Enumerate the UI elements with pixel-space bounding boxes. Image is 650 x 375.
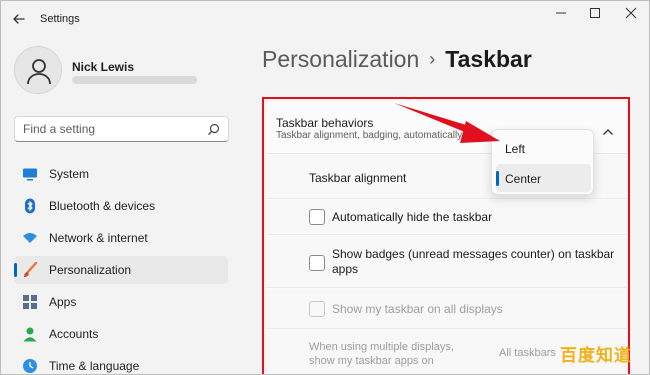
avatar [14, 46, 62, 94]
sidebar-item-label: Accounts [49, 327, 99, 341]
back-arrow-icon[interactable] [12, 12, 26, 26]
option-label: Left [505, 142, 526, 156]
sidebar-item-time-language[interactable]: Time & language [14, 352, 228, 375]
close-icon[interactable] [620, 6, 642, 20]
red-arrow-annotation [394, 103, 500, 143]
active-indicator [14, 263, 17, 277]
search-box[interactable] [14, 116, 229, 142]
sidebar-item-system[interactable]: System [14, 160, 228, 188]
sidebar-item-apps[interactable]: Apps [14, 288, 228, 316]
globe-clock-icon [22, 358, 38, 374]
sidebar-item-label: System [49, 167, 90, 181]
selected-indicator [496, 171, 499, 186]
option-label: Center [505, 172, 542, 186]
breadcrumb-parent[interactable]: Personalization [262, 46, 419, 72]
sidebar-item-label: Personalization [49, 263, 132, 277]
user-name: Nick Lewis [72, 60, 135, 74]
sidebar-item-label: Time & language [49, 359, 140, 373]
dropdown-option-center[interactable]: Center [496, 164, 591, 192]
minimize-icon[interactable] [550, 6, 572, 20]
sidebar-item-bluetooth[interactable]: Bluetooth & devices [14, 192, 228, 220]
sidebar-item-accounts[interactable]: Accounts [14, 320, 228, 348]
apps-grid-icon [22, 294, 38, 310]
alignment-dropdown: Left Center [491, 129, 594, 195]
page-title: Taskbar [445, 46, 532, 72]
search-icon[interactable] [207, 123, 220, 136]
sidebar-item-network[interactable]: Network & internet [14, 224, 228, 252]
sidebar-item-label: Apps [49, 295, 77, 309]
maximize-icon[interactable] [584, 6, 606, 20]
person-icon [22, 326, 38, 342]
app-title: Settings [40, 13, 80, 25]
sidebar-item-label: Bluetooth & devices [49, 199, 156, 213]
watermark-logo: 百度知道 [560, 346, 632, 366]
breadcrumb: Personalization › Taskbar [262, 46, 532, 76]
title-bar: Settings [0, 0, 650, 40]
user-card[interactable]: Nick Lewis [14, 46, 214, 98]
person-icon [27, 59, 51, 85]
breadcrumb-separator: › [429, 49, 436, 69]
dropdown-option-left[interactable]: Left [496, 134, 591, 162]
sidebar-item-label: Network & internet [49, 231, 148, 245]
sidebar-item-personalization[interactable]: Personalization [14, 256, 228, 284]
user-email-redacted [72, 76, 197, 84]
brush-icon [22, 261, 38, 278]
bluetooth-icon [22, 198, 38, 214]
wifi-icon [22, 230, 38, 246]
monitor-icon [22, 166, 38, 182]
search-input[interactable] [23, 122, 203, 136]
